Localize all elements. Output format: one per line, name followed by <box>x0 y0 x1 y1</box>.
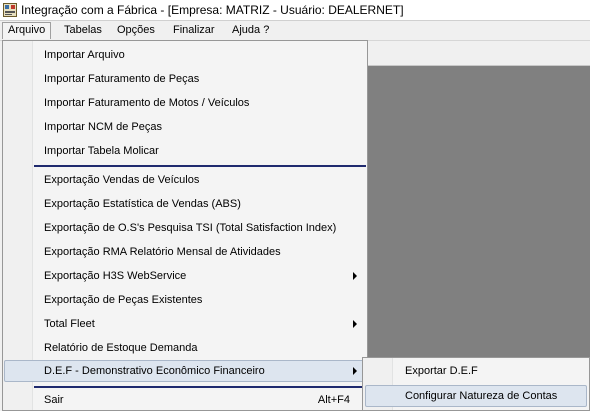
arquivo-dropdown-menu: Importar Arquivo Importar Faturamento de… <box>2 40 368 411</box>
menu-item-importar-faturamento-pecas[interactable]: Importar Faturamento de Peças <box>4 68 366 90</box>
menu-item-exportacao-estatistica-abs[interactable]: Exportação Estatística de Vendas (ABS) <box>4 193 366 215</box>
submenu-arrow-icon <box>353 272 357 280</box>
menu-opcoes[interactable]: Opções <box>112 22 160 39</box>
menu-item-label: Importar Faturamento de Motos / Veículos <box>44 97 250 109</box>
menu-separator <box>34 386 366 388</box>
menu-item-exportacao-h3s[interactable]: Exportação H3S WebService <box>4 265 366 287</box>
submenu-item-exportar-def[interactable]: Exportar D.E.F <box>365 360 587 382</box>
menu-item-label: Configurar Natureza de Contas <box>405 390 558 402</box>
menu-item-label: Exportação Estatística de Vendas (ABS) <box>44 198 241 210</box>
menu-item-label: Exportação de Peças Existentes <box>44 294 203 306</box>
menu-item-label: Total Fleet <box>44 318 95 330</box>
menu-separator <box>34 165 366 167</box>
menu-item-exportacao-os-tsi[interactable]: Exportação de O.S's Pesquisa TSI (Total … <box>4 217 366 239</box>
submenu-arrow-icon <box>353 367 357 375</box>
menu-arquivo[interactable]: Arquivo <box>2 22 52 39</box>
def-submenu: Exportar D.E.F Configurar Natureza de Co… <box>362 357 590 411</box>
window-title: Integração com a Fábrica - [Empresa: MAT… <box>21 3 404 17</box>
menu-item-importar-tabela-molicar[interactable]: Importar Tabela Molicar <box>4 140 366 162</box>
toolbar-area <box>368 41 590 66</box>
menu-item-label: Sair <box>44 394 64 406</box>
menu-item-label: Exportar D.E.F <box>405 365 478 377</box>
menu-item-exportacao-rma[interactable]: Exportação RMA Relatório Mensal de Ativi… <box>4 241 366 263</box>
menu-ajuda[interactable]: Ajuda ? <box>227 22 274 39</box>
menu-item-label: Exportação RMA Relatório Mensal de Ativi… <box>44 246 281 258</box>
menu-item-label: Exportação Vendas de Veículos <box>44 174 200 186</box>
submenu-item-configurar-natureza-contas[interactable]: Configurar Natureza de Contas <box>365 385 587 407</box>
menu-item-label: Exportação de O.S's Pesquisa TSI (Total … <box>44 222 337 234</box>
menu-item-sair[interactable]: Sair Alt+F4 <box>4 389 366 411</box>
menu-item-importar-ncm[interactable]: Importar NCM de Peças <box>4 116 366 138</box>
menu-item-importar-faturamento-motos[interactable]: Importar Faturamento de Motos / Veículos <box>4 92 366 114</box>
menu-item-label: Importar Tabela Molicar <box>44 145 159 157</box>
menu-item-shortcut: Alt+F4 <box>317 394 350 406</box>
menu-item-total-fleet[interactable]: Total Fleet <box>4 313 366 335</box>
menu-item-label: Importar NCM de Peças <box>44 121 162 133</box>
menu-item-exportacao-vendas-veiculos[interactable]: Exportação Vendas de Veículos <box>4 169 366 191</box>
menu-item-def[interactable]: D.E.F - Demonstrativo Econômico Financei… <box>4 360 366 382</box>
menu-item-label: D.E.F - Demonstrativo Econômico Financei… <box>44 365 265 377</box>
title-bar: Integração com a Fábrica - [Empresa: MAT… <box>0 0 590 21</box>
menu-item-exportacao-pecas-existentes[interactable]: Exportação de Peças Existentes <box>4 289 366 311</box>
menu-finalizar[interactable]: Finalizar <box>168 22 220 39</box>
menu-item-importar-arquivo[interactable]: Importar Arquivo <box>4 44 366 66</box>
menu-item-label: Exportação H3S WebService <box>44 270 187 282</box>
submenu-arrow-icon <box>353 320 357 328</box>
menu-item-label: Importar Faturamento de Peças <box>44 73 200 85</box>
menu-item-label: Relatório de Estoque Demanda <box>44 342 198 354</box>
app-icon <box>3 3 17 17</box>
menu-item-label: Importar Arquivo <box>44 49 125 61</box>
menu-bar: Arquivo Tabelas Opções Finalizar Ajuda ? <box>0 21 590 41</box>
menu-item-relatorio-estoque-demanda[interactable]: Relatório de Estoque Demanda <box>4 337 366 359</box>
menu-tabelas[interactable]: Tabelas <box>59 22 107 39</box>
